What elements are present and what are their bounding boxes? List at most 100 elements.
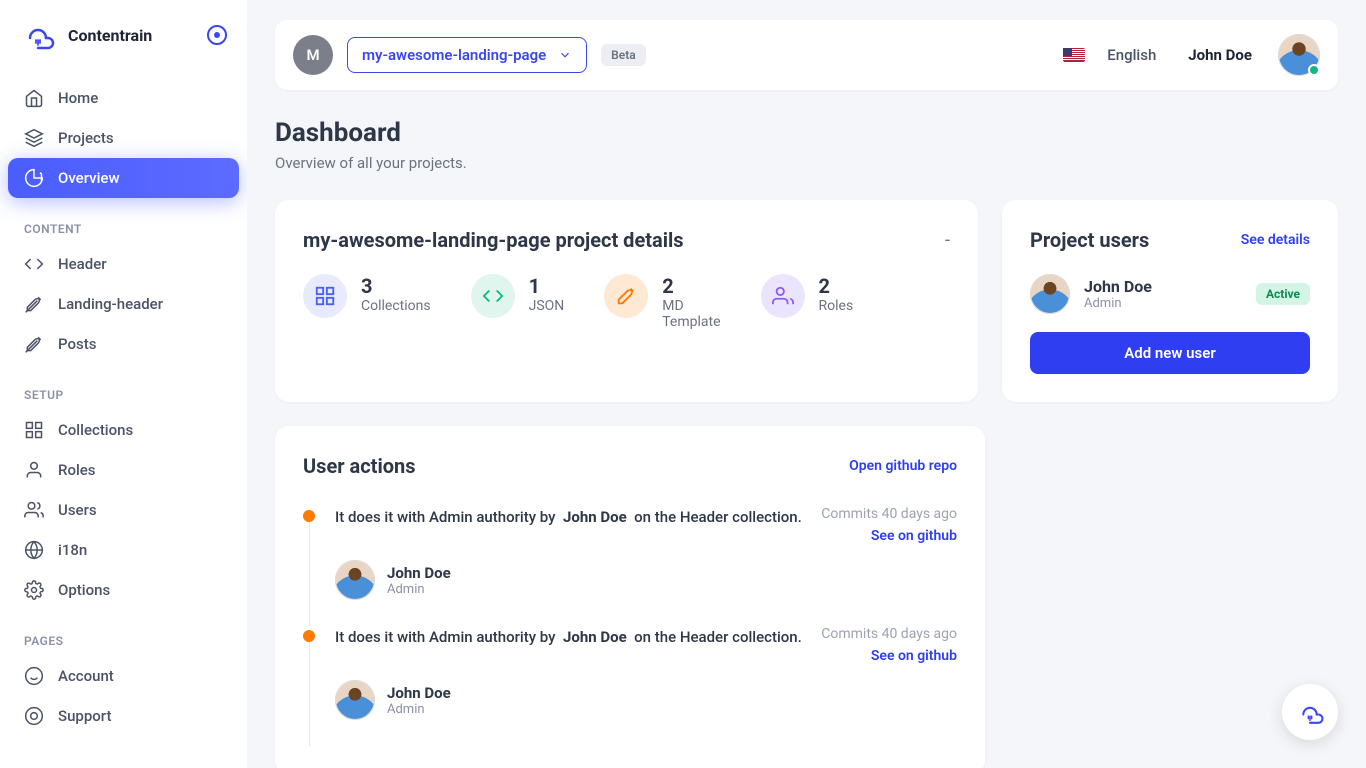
- sidebar-item-account[interactable]: Account: [8, 656, 239, 696]
- action-text: It does it with Admin authority by John …: [335, 506, 805, 544]
- logo-row: Contentrain: [0, 20, 247, 70]
- avatar[interactable]: [1278, 34, 1320, 76]
- sidebar-item-roles[interactable]: Roles: [8, 450, 239, 490]
- project-select-label: my-awesome-landing-page: [362, 46, 546, 64]
- avatar: [335, 560, 375, 600]
- stat-value: 3: [361, 274, 431, 298]
- sidebar-item-projects[interactable]: Projects: [8, 118, 239, 158]
- layers-icon: [24, 128, 44, 148]
- language-label[interactable]: English: [1107, 46, 1156, 64]
- stat-roles: 2Roles: [761, 274, 854, 330]
- project-avatar[interactable]: M: [293, 35, 333, 75]
- logo-icon: [20, 20, 56, 50]
- beta-badge: Beta: [601, 44, 646, 66]
- user-row: John Doe Admin Active: [1030, 274, 1310, 314]
- stat-label: MD: [662, 298, 720, 314]
- nav-pages: PAGES Account Support: [0, 618, 247, 744]
- smile-icon: [24, 666, 44, 686]
- sidebar-item-label: Users: [58, 501, 97, 519]
- sidebar-item-i18n[interactable]: i18n: [8, 530, 239, 570]
- nav-content: CONTENT Header Landing-header Posts: [0, 206, 247, 372]
- author-name: John Doe: [387, 564, 451, 582]
- stat-label2: Template: [662, 314, 720, 330]
- author-name: John Doe: [387, 684, 451, 702]
- sidebar-item-support[interactable]: Support: [8, 696, 239, 736]
- sidebar: Contentrain Home Projects Overview CONTE…: [0, 0, 247, 768]
- flag-icon: [1063, 48, 1085, 62]
- timeline-item: It does it with Admin authority by John …: [303, 506, 957, 600]
- action-author: John Doe Admin: [335, 680, 957, 720]
- home-icon: [24, 88, 44, 108]
- logo-icon: [1295, 699, 1325, 725]
- section-label-pages: PAGES: [8, 626, 239, 656]
- stat-value: 2: [819, 274, 854, 298]
- see-details-link[interactable]: See details: [1241, 232, 1310, 248]
- status-dot: [1308, 64, 1320, 76]
- sidebar-item-label: Account: [58, 667, 114, 685]
- sidebar-item-options[interactable]: Options: [8, 570, 239, 610]
- page-subtitle: Overview of all your projects.: [275, 154, 1338, 172]
- main-content: M my-awesome-landing-page Beta English J…: [247, 0, 1366, 768]
- user-name: John Doe: [1084, 277, 1152, 296]
- card-title: Project users: [1030, 228, 1149, 252]
- stat-label: Roles: [819, 298, 854, 314]
- pie-icon: [24, 168, 44, 188]
- timeline-dot: [303, 630, 315, 642]
- user-icon: [24, 460, 44, 480]
- user-name[interactable]: John Doe: [1188, 46, 1252, 64]
- sidebar-item-label: i18n: [58, 541, 87, 559]
- sidebar-item-label: Landing-header: [58, 295, 163, 313]
- card-title: User actions: [303, 454, 416, 478]
- stat-value: 1: [529, 274, 565, 298]
- project-select[interactable]: my-awesome-landing-page: [347, 37, 587, 73]
- stat-label: Collections: [361, 298, 431, 314]
- sidebar-item-collections[interactable]: Collections: [8, 410, 239, 450]
- feather-icon: [24, 334, 44, 354]
- sidebar-item-label: Posts: [58, 335, 96, 353]
- life-icon: [24, 706, 44, 726]
- topbar: M my-awesome-landing-page Beta English J…: [275, 20, 1338, 90]
- sync-icon[interactable]: [207, 25, 227, 45]
- section-label-setup: SETUP: [8, 380, 239, 410]
- user-actions-card: User actions Open github repo It does it…: [275, 426, 985, 768]
- see-github-link[interactable]: See on github: [821, 528, 957, 544]
- gear-icon: [24, 580, 44, 600]
- sidebar-item-label: Roles: [58, 461, 96, 479]
- sidebar-item-home[interactable]: Home: [8, 78, 239, 118]
- sidebar-item-users[interactable]: Users: [8, 490, 239, 530]
- sidebar-item-overview[interactable]: Overview: [8, 158, 239, 198]
- commit-time: Commits 40 days ago: [821, 506, 957, 522]
- project-users-card: Project users See details John Doe Admin…: [1002, 200, 1338, 402]
- stat-value: 2: [662, 274, 720, 298]
- stat-collections: 3Collections: [303, 274, 431, 330]
- sidebar-item-label: Support: [58, 707, 111, 725]
- sidebar-item-label: Overview: [58, 169, 120, 187]
- open-repo-link[interactable]: Open github repo: [849, 458, 957, 474]
- see-github-link[interactable]: See on github: [821, 648, 957, 664]
- commit-time: Commits 40 days ago: [821, 626, 957, 642]
- users-icon: [24, 500, 44, 520]
- author-role: Admin: [387, 702, 451, 717]
- sidebar-item-posts[interactable]: Posts: [8, 324, 239, 364]
- grid-icon: [24, 420, 44, 440]
- chevron-down-icon: [558, 48, 572, 62]
- timeline-item: It does it with Admin authority by John …: [303, 626, 957, 720]
- user-role: Admin: [1084, 296, 1152, 311]
- floating-action-button[interactable]: [1282, 684, 1338, 740]
- collapse-button[interactable]: -: [945, 230, 950, 251]
- feather-icon: [604, 274, 648, 318]
- stat-label: JSON: [529, 298, 565, 314]
- sidebar-item-label: Header: [58, 255, 107, 273]
- sidebar-item-landing-header[interactable]: Landing-header: [8, 284, 239, 324]
- nav-main: Home Projects Overview: [0, 70, 247, 206]
- globe-icon: [24, 540, 44, 560]
- action-author: John Doe Admin: [335, 560, 957, 600]
- brand-name: Contentrain: [68, 26, 152, 45]
- grid-icon: [303, 274, 347, 318]
- action-text: It does it with Admin authority by John …: [335, 626, 805, 664]
- sidebar-item-header[interactable]: Header: [8, 244, 239, 284]
- stat-json: 1JSON: [471, 274, 565, 330]
- sidebar-item-label: Collections: [58, 421, 133, 439]
- add-user-button[interactable]: Add new user: [1030, 332, 1310, 374]
- sidebar-item-label: Home: [58, 89, 98, 107]
